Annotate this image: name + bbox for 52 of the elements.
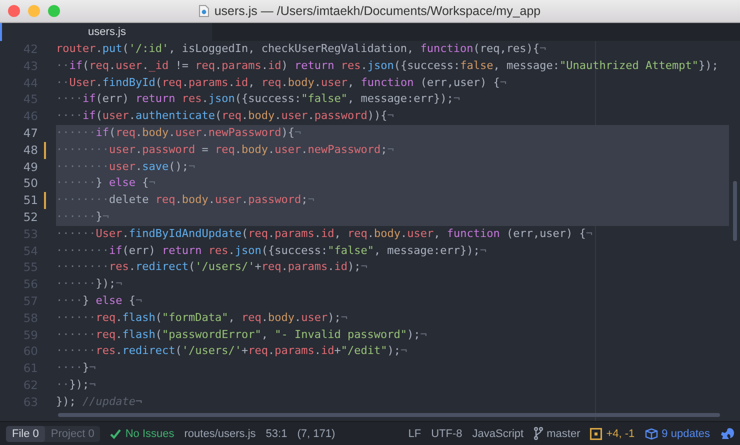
grammar[interactable]: JavaScript [472, 428, 524, 440]
code-line: ··if(req.user._id != req.params.id) return res.json({success:false, message:"Unauthrized Attempt"}); [56, 58, 718, 74]
code-line: ····if(user.authenticate(req.body.user.password)){¬ [56, 108, 394, 124]
close-button[interactable] [8, 5, 20, 17]
horizontal-scrollbar[interactable] [58, 413, 720, 417]
code-line: ······if(req.body.user.newPassword){¬ [56, 124, 302, 141]
scope-tab[interactable]: File 0 [6, 426, 45, 442]
zoom-button[interactable] [48, 5, 60, 17]
code-line: ········if(err) return res.json({success:"false", message:err});¬ [56, 242, 487, 259]
issues-status[interactable]: No Issues [125, 428, 174, 440]
vertical-scrollbar[interactable] [733, 181, 737, 241]
code-line: ······res.redirect('/users/'+req.params.id+"/edit");¬ [56, 343, 408, 360]
updates-link[interactable]: 9 updates [662, 428, 710, 440]
package-icon [644, 428, 658, 440]
code-line: router.put('/:id', isLoggedIn, checkUserRegValidation, function(req,res){¬ [56, 41, 546, 57]
squirrel-icon[interactable] [720, 427, 734, 440]
line-number: 48 [23, 142, 38, 159]
code-line: ········user.password = req.body.user.newPassword;¬ [56, 142, 394, 158]
line-number: 51 [23, 192, 38, 209]
line-ending[interactable]: LF [408, 428, 422, 440]
diff-icon [590, 428, 602, 440]
code-line: ········user.save();¬ [56, 158, 196, 175]
code-line: ······User.findByIdAndUpdate(req.params.id, req.body.user, function (err,user) {¬ [56, 226, 593, 242]
line-number: 49 [23, 158, 38, 176]
code-line: ······} else {¬ [56, 175, 156, 192]
diff-count[interactable]: +4, -1 [606, 428, 635, 440]
git-branch[interactable]: master [546, 428, 580, 440]
minimize-button[interactable] [28, 5, 40, 17]
line-number: 47 [23, 124, 38, 142]
line-number: 50 [23, 175, 38, 192]
code-line: ····if(err) return res.json({success:"false", message:err});¬ [56, 91, 460, 108]
code-line: ········delete req.body.user.password;¬ [56, 192, 314, 208]
branch-icon [534, 427, 543, 440]
file-path[interactable]: routes/users.js [184, 428, 256, 440]
code-line: ······}¬ [56, 208, 109, 225]
editor-tab[interactable]: users.js [2, 23, 212, 41]
code-line: }); //update¬ [56, 394, 142, 410]
selection-count[interactable]: (7, 171) [297, 428, 336, 440]
code-line: ··User.findById(req.params.id, req.body.user, function (err,user) {¬ [56, 74, 506, 91]
cursor-position[interactable]: 53:1 [266, 428, 288, 440]
window-title: users.js — /Users/imtaekh/Documents/Workspace/my_app [214, 4, 541, 18]
code-line: ········res.redirect('/users/'+req.params.id);¬ [56, 259, 368, 276]
line-number: 52 [23, 208, 38, 226]
file-icon [199, 5, 210, 17]
code-line: ····}¬ [56, 360, 96, 376]
code-line: ··});¬ [56, 376, 96, 393]
code-line: ····} else {¬ [56, 292, 142, 309]
code-line: ······});¬ [56, 276, 122, 292]
code-line: ······req.flash("formData", req.body.user);¬ [56, 310, 348, 326]
check-icon [110, 428, 122, 438]
code-line: ······req.flash("passwordError", "- Invalid password");¬ [56, 326, 427, 343]
encoding[interactable]: UTF-8 [431, 428, 462, 440]
